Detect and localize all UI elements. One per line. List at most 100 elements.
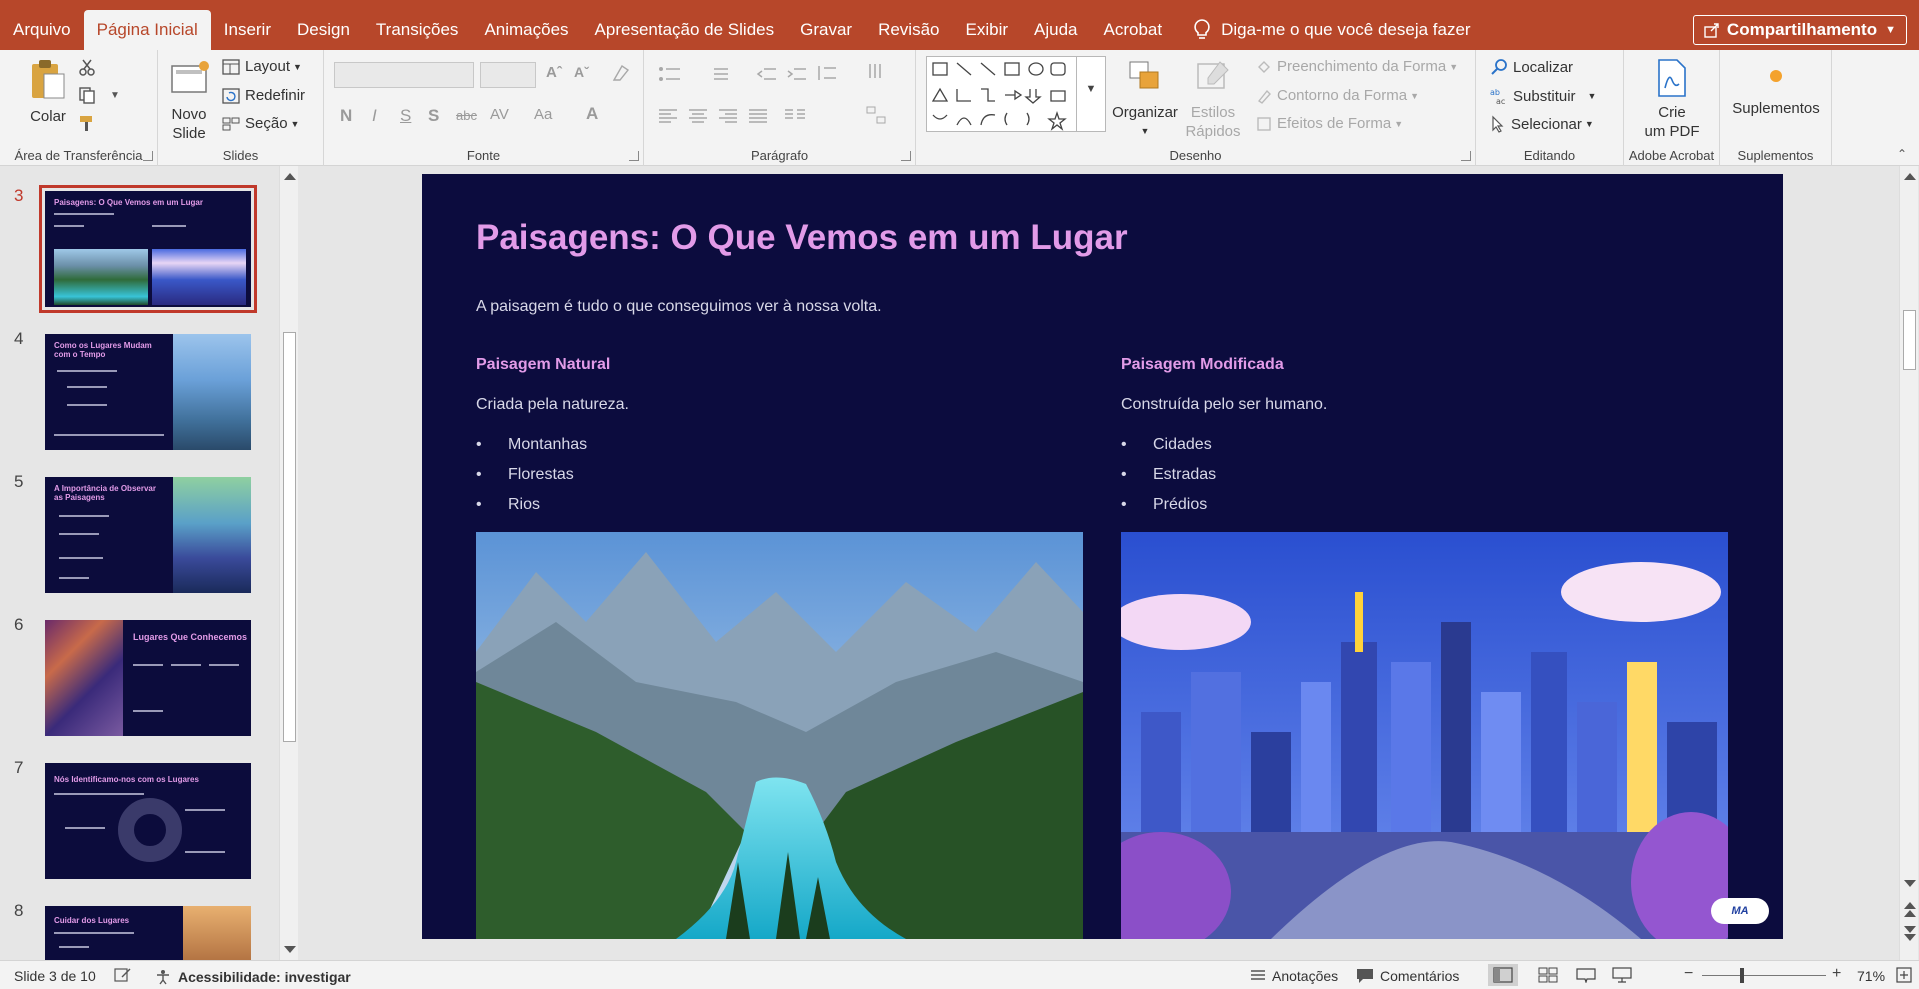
scroll-up-arrow[interactable] (284, 173, 296, 180)
align-left-icon[interactable] (658, 108, 678, 124)
shape-fill-button[interactable]: Preenchimento da Forma ▼ (1256, 58, 1458, 75)
format-painter-icon[interactable] (78, 114, 96, 132)
decrease-indent-icon[interactable] (756, 66, 778, 82)
comments-button[interactable]: Comentários (1356, 968, 1459, 984)
shrink-font-icon[interactable]: Aˇ (574, 64, 589, 80)
next-slide-arrow[interactable] (1904, 934, 1916, 941)
slide-thumbnail[interactable]: Lugares Que Conhecemos (45, 620, 251, 736)
zoom-out-button[interactable]: − (1684, 965, 1693, 983)
scroll-down-arrow[interactable] (284, 946, 296, 953)
scroll-up-arrow[interactable] (1904, 173, 1916, 180)
chevron-down-icon[interactable]: ▼ (110, 90, 120, 101)
layout-button[interactable]: Layout ▼ (222, 58, 302, 75)
bullets-icon[interactable] (658, 66, 682, 82)
find-button[interactable]: Localizar (1490, 58, 1573, 76)
tab-view[interactable]: Exibir (953, 10, 1022, 50)
scroll-down-arrow[interactable] (1904, 880, 1916, 887)
right-column-description[interactable]: Construída pelo ser humano. (1121, 396, 1327, 414)
columns-icon[interactable] (784, 108, 806, 124)
tab-help[interactable]: Ajuda (1021, 10, 1090, 50)
section-button[interactable]: Seção ▼ (222, 115, 299, 132)
font-size-combo[interactable] (480, 62, 536, 88)
reading-view-icon[interactable] (1576, 967, 1596, 983)
slide-thumbnail[interactable]: Como os Lugares Mudam com o Tempo (45, 334, 251, 450)
copy-icon[interactable] (78, 86, 96, 104)
new-slide-button[interactable]: Novo Slide (164, 58, 214, 143)
next-slide-arrow[interactable] (1904, 926, 1916, 933)
scrollbar-thumb[interactable] (1903, 310, 1916, 370)
create-pdf-button[interactable]: Crie um PDF (1634, 58, 1710, 141)
share-button[interactable]: Compartilhamento ▼ (1692, 15, 1907, 45)
previous-slide-arrow[interactable] (1904, 910, 1916, 917)
tab-insert[interactable]: Inserir (211, 10, 284, 50)
zoom-in-button[interactable]: + (1832, 965, 1841, 983)
slide-thumbnail[interactable]: A Importância de Observar as Paisagens (45, 477, 251, 593)
right-column-list[interactable]: • Cidades • Estradas • Prédios (1121, 436, 1216, 526)
slide-sorter-icon[interactable] (1538, 967, 1558, 983)
tab-home[interactable]: Página Inicial (83, 10, 211, 50)
numbering-icon[interactable] (706, 66, 730, 82)
font-name-combo[interactable] (334, 62, 474, 88)
tab-slideshow[interactable]: Apresentação de Slides (582, 10, 788, 50)
slide-thumbnail[interactable]: Nós Identificamo-nos com os Lugares (45, 763, 251, 879)
tab-transitions[interactable]: Transições (363, 10, 472, 50)
left-column-list[interactable]: • Montanhas • Florestas • Rios (476, 436, 587, 526)
addins-button[interactable]: Suplementos (1726, 64, 1826, 118)
editor-scrollbar[interactable] (1899, 166, 1918, 960)
shape-effects-button[interactable]: Efeitos de Forma ▼ (1256, 115, 1403, 132)
bold-button[interactable]: N (340, 106, 352, 126)
slideshow-view-icon[interactable] (1612, 967, 1632, 983)
grow-font-icon[interactable]: Aˆ (546, 64, 562, 81)
collapse-ribbon-icon[interactable]: ⌃ (1897, 147, 1907, 161)
font-color-button[interactable]: A (586, 104, 598, 124)
tab-animations[interactable]: Animações (471, 10, 581, 50)
zoom-level[interactable]: 71% (1857, 968, 1885, 984)
shapes-more-button[interactable]: ▼ (1076, 56, 1106, 132)
text-direction-icon[interactable] (866, 62, 886, 82)
reset-button[interactable]: Redefinir (222, 87, 305, 104)
arrange-button[interactable]: Organizar ▼ (1110, 58, 1180, 141)
line-spacing-icon[interactable] (816, 64, 838, 82)
current-slide[interactable]: Paisagens: O Que Vemos em um Lugar A pai… (422, 174, 1783, 939)
shadow-button[interactable]: S (428, 106, 439, 126)
scissors-icon[interactable] (78, 58, 96, 76)
clear-format-icon[interactable] (610, 64, 630, 82)
justify-icon[interactable] (748, 108, 768, 124)
paragraph-launcher[interactable] (901, 151, 911, 161)
previous-slide-arrow[interactable] (1904, 902, 1916, 909)
designer-badge[interactable]: MA (1711, 898, 1769, 924)
drawing-launcher[interactable] (1461, 151, 1471, 161)
left-column-description[interactable]: Criada pela natureza. (476, 396, 629, 414)
replace-button[interactable]: ab ac Substituir ▼ (1490, 87, 1596, 106)
zoom-slider-thumb[interactable] (1740, 968, 1744, 983)
select-button[interactable]: Selecionar ▼ (1490, 115, 1594, 133)
char-spacing-button[interactable]: AV (490, 106, 509, 123)
normal-view-button[interactable] (1488, 964, 1518, 986)
clipboard-launcher[interactable] (143, 151, 153, 161)
fit-to-window-icon[interactable] (1896, 967, 1912, 983)
right-column-heading[interactable]: Paisagem Modificada (1121, 356, 1284, 374)
font-launcher[interactable] (629, 151, 639, 161)
strikethrough-button[interactable]: abc (456, 108, 477, 123)
thumbnails-scrollbar[interactable] (279, 166, 298, 960)
tab-review[interactable]: Revisão (865, 10, 952, 50)
italic-button[interactable]: I (372, 106, 377, 126)
quick-styles-button[interactable]: Estilos Rápidos (1178, 58, 1248, 141)
tab-record[interactable]: Gravar (787, 10, 865, 50)
change-case-button[interactable]: Aa (534, 106, 552, 123)
slide-subtitle[interactable]: A paisagem é tudo o que conseguimos ver … (476, 298, 882, 316)
notes-button[interactable]: Anotações (1250, 968, 1338, 984)
nature-landscape-image[interactable] (476, 532, 1083, 939)
smartart-icon[interactable] (866, 106, 886, 124)
increase-indent-icon[interactable] (786, 66, 808, 82)
scrollbar-thumb[interactable] (283, 332, 296, 742)
shape-outline-button[interactable]: Contorno da Forma ▼ (1256, 87, 1419, 104)
tab-acrobat[interactable]: Acrobat (1091, 10, 1176, 50)
align-center-icon[interactable] (688, 108, 708, 124)
tab-design[interactable]: Design (284, 10, 363, 50)
tab-file[interactable]: Arquivo (0, 10, 84, 50)
left-column-heading[interactable]: Paisagem Natural (476, 356, 610, 374)
align-right-icon[interactable] (718, 108, 738, 124)
notes-edit-icon[interactable] (114, 967, 132, 983)
slide-thumbnail[interactable]: Cuidar dos Lugares (45, 906, 251, 960)
